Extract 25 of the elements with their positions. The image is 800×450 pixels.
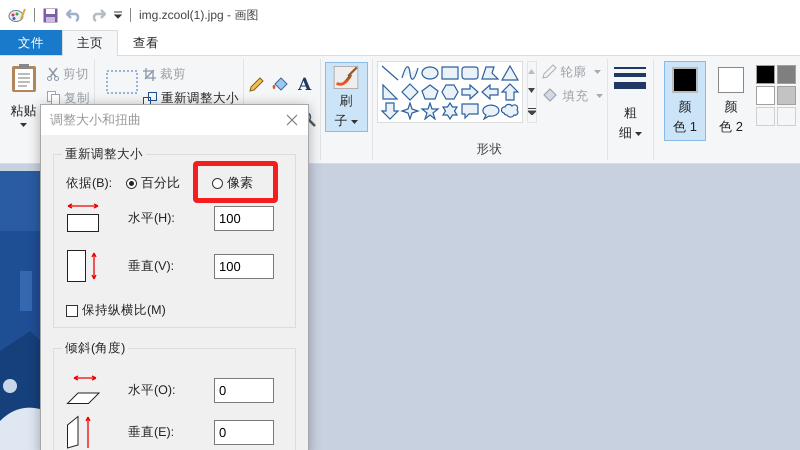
color-button[interactable]: 颜色 2 [710, 61, 752, 141]
brush-button[interactable]: 刷子 [324, 62, 368, 132]
checkbox[interactable]: 保持纵横比(M) [66, 302, 166, 319]
radio-option[interactable]: 像素 [212, 174, 254, 192]
field-label: 水平(H): [128, 210, 176, 226]
group-title: 重新调整大小 [62, 147, 146, 162]
radio-option[interactable]: 百分比 [126, 174, 180, 192]
field-label: 垂直(E): [128, 424, 176, 440]
text-tool-button[interactable]: A [298, 77, 312, 93]
field-label: 垂直(V): [128, 258, 176, 274]
group-label: 形状 [476, 141, 502, 158]
ribbon-tab[interactable]: 主页 [62, 30, 118, 56]
group-title: 倾斜(角度) [62, 341, 128, 356]
ribbon-tab[interactable]: 查看 [118, 30, 174, 55]
input-field[interactable]: 0 [214, 378, 274, 402]
field-label: 依据(B): [66, 174, 112, 192]
size-button[interactable]: 粗细 [614, 61, 646, 143]
field-label: 水平(O): [128, 382, 177, 398]
color-button[interactable]: 颜色 1 [664, 61, 706, 141]
window-title: img.zcool(1).jpg - 画图 [139, 6, 258, 24]
input-field[interactable]: 0 [214, 420, 274, 444]
input-field[interactable]: 100 [214, 254, 274, 278]
file-menu-tab[interactable]: 文件 [0, 30, 62, 55]
dialog-title: 调整大小和扭曲 [50, 111, 141, 129]
input-field[interactable]: 100 [214, 206, 274, 230]
